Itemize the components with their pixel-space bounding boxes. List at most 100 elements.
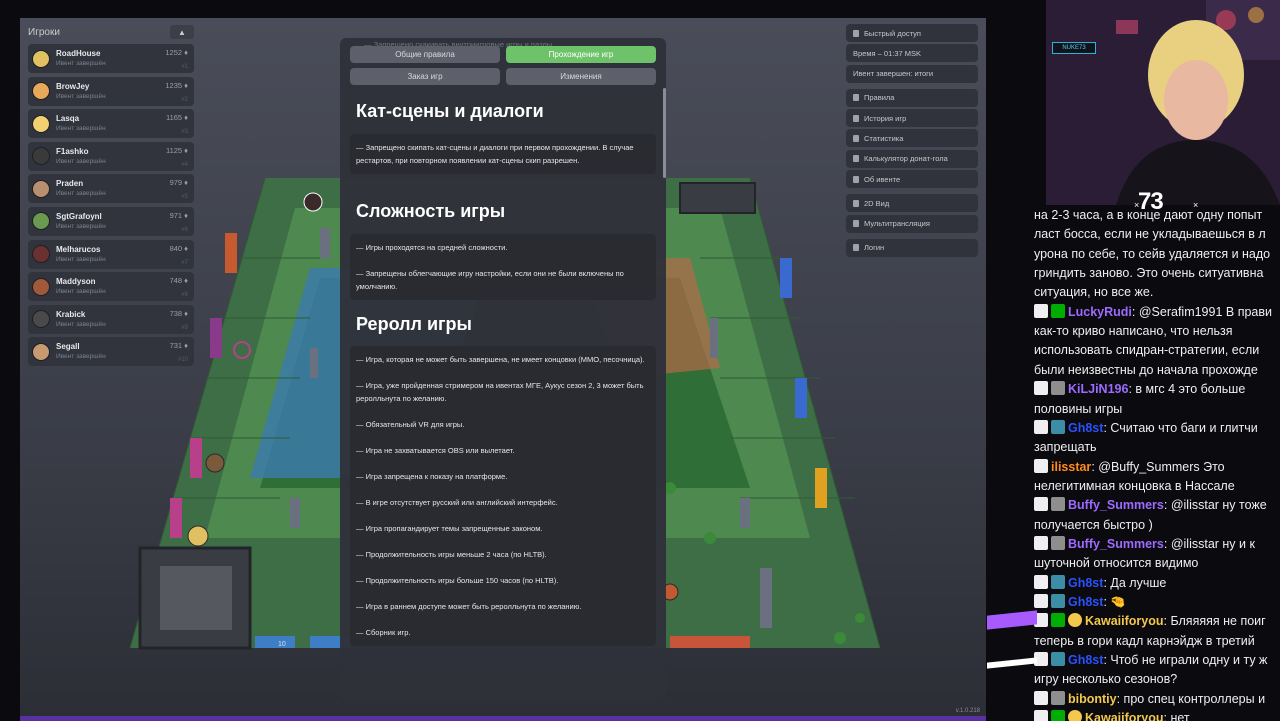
sub-badge-icon	[1034, 303, 1048, 318]
pr-badge-icon	[1051, 690, 1065, 705]
top-frame	[0, 0, 1046, 18]
player-row[interactable]: RoadHouse Ивент завершён 1252 ♦ #1	[28, 44, 194, 73]
chat-line: Buffy_Summers: @ilisstar ну тоже	[1034, 496, 1267, 515]
chat-username[interactable]: ilisstar	[1051, 460, 1091, 474]
streamer-video	[1046, 0, 1280, 205]
player-status: Ивент завершён	[56, 353, 106, 361]
player-row[interactable]: Melharucos Ивент завершён 840 ♦ #7	[28, 239, 194, 269]
quick-access-label: Быстрый доступ	[864, 28, 921, 38]
player-rank: #10	[177, 357, 188, 364]
chat-line: Kawaiiforyou: нет	[1034, 709, 1190, 721]
player-row[interactable]: Maddyson Ивент завершён 748 ♦ #8	[28, 272, 194, 302]
player-row[interactable]: BrowJey Ивент завершён 1235 ♦ #2	[28, 76, 194, 106]
player-rank: #1	[181, 64, 188, 70]
chat-username[interactable]: LuckyRudi	[1068, 305, 1132, 319]
chat-username[interactable]: Gh8st	[1068, 421, 1103, 435]
ts-badge-icon	[1051, 594, 1065, 608]
player-avatar	[32, 277, 50, 296]
player-rank: #7	[181, 259, 188, 266]
chat-username[interactable]: Kawaiiforyou	[1085, 711, 1164, 721]
quick-access-item[interactable]: Логин	[846, 238, 978, 257]
chat-username[interactable]: Gh8st	[1068, 595, 1103, 609]
chat-username[interactable]: Gh8st	[1068, 653, 1103, 667]
rule-item: — Сборник игр.	[356, 628, 411, 637]
player-row[interactable]: Krabick Ивент завершён 738 ♦ #9	[28, 304, 194, 334]
player-row[interactable]: SgtGrafoynl Ивент завершён 971 ♦ #6	[28, 206, 194, 236]
quick-access-label: Мультитрансляция	[864, 219, 930, 229]
book-icon	[853, 94, 859, 102]
player-avatar	[32, 212, 50, 231]
lightning-icon	[853, 29, 859, 37]
chat-line: как-то криво написано, что нельзя	[1034, 322, 1233, 341]
chat-username[interactable]: Buffy_Summers	[1068, 537, 1164, 551]
tab-changes[interactable]: Изменения	[506, 68, 656, 85]
player-avatar	[32, 147, 50, 166]
quick-access-item: Ивент завершен: итоги	[846, 64, 978, 83]
player-score: 971 ♦	[169, 210, 188, 220]
rule-item: — Игра в раннем доступе может быть рерол…	[356, 602, 582, 611]
player-score: 1165 ♦	[165, 113, 188, 123]
quick-access-item[interactable]: Об ивенте	[846, 170, 978, 189]
chat-username[interactable]: KiLJiN196	[1068, 382, 1128, 396]
quick-access-item[interactable]: Мультитрансляция	[846, 214, 978, 233]
player-row[interactable]: Lasqa Ивент завершён 1165 ♦ #3	[28, 109, 194, 139]
chat-panel[interactable]: на 2-3 часа, а в конце дают одну попыт ла…	[1034, 206, 1280, 721]
game-viewport[interactable]: 10 Игроки ▲ RoadHouse Ивент завершён 1252 …	[20, 18, 986, 718]
chat-line: шуточной относится видимо	[1034, 554, 1198, 573]
section-title-difficulty: Сложность игры	[356, 201, 506, 221]
tab-general-rules[interactable]: Общие правила	[350, 46, 500, 63]
chat-username[interactable]: Kawaiiforyou	[1085, 614, 1164, 628]
player-rank: #9	[181, 324, 188, 331]
quick-access-label: История игр	[864, 113, 907, 123]
chat-line: ilisstar: @Buffy_Summers Это	[1034, 458, 1225, 477]
tab-game-walkthrough[interactable]: Прохождение игр	[506, 46, 656, 63]
sub-badge-icon	[1034, 497, 1048, 512]
player-score: 1252 ♦	[165, 48, 188, 57]
chat-message: : Чтоб не играли одну и ту ж	[1103, 653, 1268, 668]
history-icon	[853, 114, 859, 122]
chat-message: нелегитимная концовка в Нассале	[1034, 478, 1235, 493]
chat-message: были неизвестны до начала прохожде	[1034, 362, 1258, 377]
chat-username[interactable]: Gh8st	[1068, 576, 1103, 590]
webcam	[1046, 0, 1280, 205]
chat-message: : Да лучше	[1103, 575, 1167, 590]
chat-username[interactable]: bibontiy	[1068, 692, 1117, 706]
info-icon	[853, 175, 859, 183]
player-score: 738 ♦	[169, 308, 188, 318]
player-avatar	[32, 310, 50, 329]
chat-message: получается быстро )	[1034, 517, 1153, 532]
quick-access-item[interactable]: Быстрый доступ	[846, 24, 978, 42]
tab-game-order[interactable]: Заказ игр	[350, 68, 500, 85]
emo-badge-icon	[1068, 710, 1082, 721]
stream-screen: 10 Игроки ▲ RoadHouse Ивент завершён 1252 …	[0, 0, 1280, 721]
chat-message: запрещать	[1034, 440, 1097, 455]
sub-badge-icon	[1034, 574, 1048, 589]
section-title-reroll: Реролл игры	[356, 314, 472, 334]
quick-access-item[interactable]: Калькулятор донат-гола	[846, 149, 978, 168]
version-label: v.1.0.218	[955, 708, 980, 714]
quick-access-item[interactable]: История игр	[846, 109, 978, 128]
chat-line: игру несколько сезонов?	[1034, 670, 1177, 689]
player-status: Ивент завершён	[56, 320, 106, 328]
chat-line: bibontiy: про спец контроллеры и	[1034, 690, 1265, 709]
mod-badge-icon	[1051, 710, 1065, 721]
emo-badge-icon	[1068, 613, 1082, 628]
board-tile-label: 10	[278, 641, 286, 648]
player-rank: #2	[181, 96, 188, 103]
player-rank: #8	[181, 292, 188, 299]
player-row[interactable]: F1ashko Ивент завершён 1125 ♦ #4	[28, 141, 194, 171]
player-row[interactable]: Praden Ивент завершён 979 ♦ #5	[28, 174, 194, 204]
chat-line: Buffy_Summers: @ilisstar ну и к	[1034, 535, 1255, 554]
sub-badge-icon	[1034, 535, 1048, 550]
quick-access-item[interactable]: Статистика	[846, 129, 978, 148]
ts-badge-icon	[1051, 574, 1065, 589]
quick-access-item[interactable]: Правила	[846, 88, 978, 107]
chat-line: использовать спидран-стратегии, если	[1034, 341, 1259, 360]
chat-username[interactable]: Buffy_Summers	[1068, 498, 1164, 512]
player-row[interactable]: Segall Ивент завершён 731 ♦ #10	[28, 337, 194, 367]
rules-scrollbar[interactable]	[663, 88, 666, 178]
player-status: Ивент завершён	[56, 125, 106, 133]
quick-access-label: 2D Вид	[864, 198, 890, 208]
chevron-up-icon[interactable]: ▲	[170, 25, 194, 39]
quick-access-item[interactable]: 2D Вид	[846, 194, 978, 213]
